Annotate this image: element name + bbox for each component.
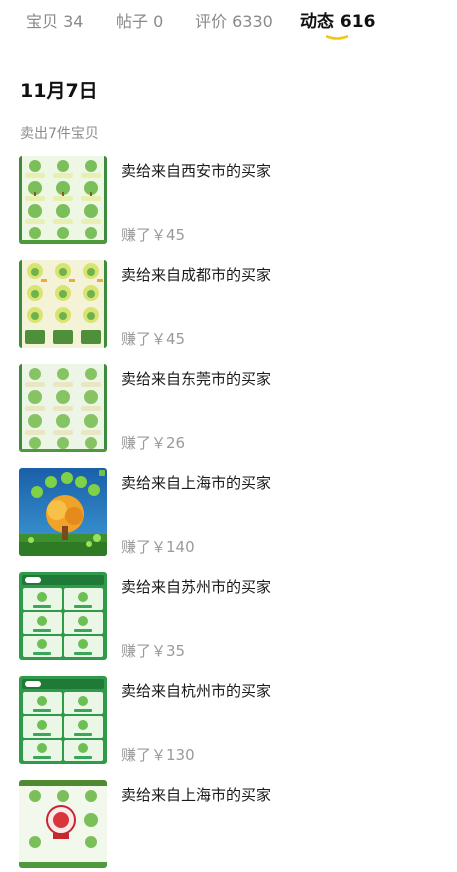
sale-item[interactable]: 卖给来自东莞市的买家 赚了￥26 bbox=[0, 364, 457, 456]
date-heading: 11月7日 bbox=[20, 80, 98, 102]
tab-posts-label: 帖子 bbox=[116, 12, 149, 31]
tab-posts-count: 0 bbox=[153, 12, 164, 31]
sale-item[interactable]: 卖给来自西安市的买家 赚了￥45 bbox=[0, 156, 457, 248]
sale-item[interactable]: 卖给来自苏州市的买家 赚了￥35 bbox=[0, 572, 457, 664]
tab-reviews-count: 6330 bbox=[232, 12, 273, 31]
tab-reviews-label: 评价 bbox=[195, 12, 228, 31]
tab-activity-label: 动态 bbox=[300, 12, 334, 32]
sale-earnings: 赚了￥26 bbox=[121, 434, 186, 452]
sale-earnings: 赚了￥140 bbox=[121, 538, 195, 556]
sale-title: 卖给来自苏州市的买家 bbox=[121, 578, 272, 596]
tab-reviews[interactable]: 评价 6330 bbox=[195, 8, 273, 32]
tab-activity-count: 616 bbox=[339, 12, 376, 32]
sale-title: 卖给来自杭州市的买家 bbox=[121, 682, 272, 700]
tab-items[interactable]: 宝贝 34 bbox=[26, 8, 83, 32]
tab-activity[interactable]: 动态 616 bbox=[300, 7, 375, 32]
product-thumbnail[interactable] bbox=[19, 260, 107, 348]
sale-item[interactable]: 卖给来自上海市的买家 赚了￥140 bbox=[0, 468, 457, 560]
product-thumbnail[interactable] bbox=[19, 572, 107, 660]
tab-bar: 宝贝 34 帖子 0 评价 6330 动态 616 bbox=[0, 0, 457, 44]
active-tab-indicator bbox=[326, 35, 348, 40]
sale-title: 卖给来自成都市的买家 bbox=[121, 266, 272, 284]
sale-item[interactable]: 卖给来自杭州市的买家 赚了￥130 bbox=[0, 676, 457, 768]
sold-summary: 卖出7件宝贝 bbox=[20, 126, 99, 142]
product-thumbnail[interactable] bbox=[19, 364, 107, 452]
tab-items-count: 34 bbox=[63, 12, 84, 31]
product-thumbnail[interactable] bbox=[19, 468, 107, 556]
sale-earnings: 赚了￥35 bbox=[121, 642, 186, 660]
sale-item[interactable]: 卖给来自上海市的买家 bbox=[0, 780, 457, 872]
product-thumbnail[interactable] bbox=[19, 156, 107, 244]
sale-title: 卖给来自上海市的买家 bbox=[121, 786, 272, 804]
tab-items-label: 宝贝 bbox=[26, 12, 59, 31]
sale-earnings: 赚了￥45 bbox=[121, 226, 186, 244]
sale-title: 卖给来自西安市的买家 bbox=[121, 162, 272, 180]
product-thumbnail[interactable] bbox=[19, 676, 107, 764]
sale-earnings: 赚了￥45 bbox=[121, 330, 186, 348]
sale-item[interactable]: 卖给来自成都市的买家 赚了￥45 bbox=[0, 260, 457, 352]
sale-earnings: 赚了￥130 bbox=[121, 746, 195, 764]
sale-title: 卖给来自东莞市的买家 bbox=[121, 370, 272, 388]
product-thumbnail[interactable] bbox=[19, 780, 107, 868]
sale-title: 卖给来自上海市的买家 bbox=[121, 474, 272, 492]
tab-posts[interactable]: 帖子 0 bbox=[116, 8, 163, 32]
